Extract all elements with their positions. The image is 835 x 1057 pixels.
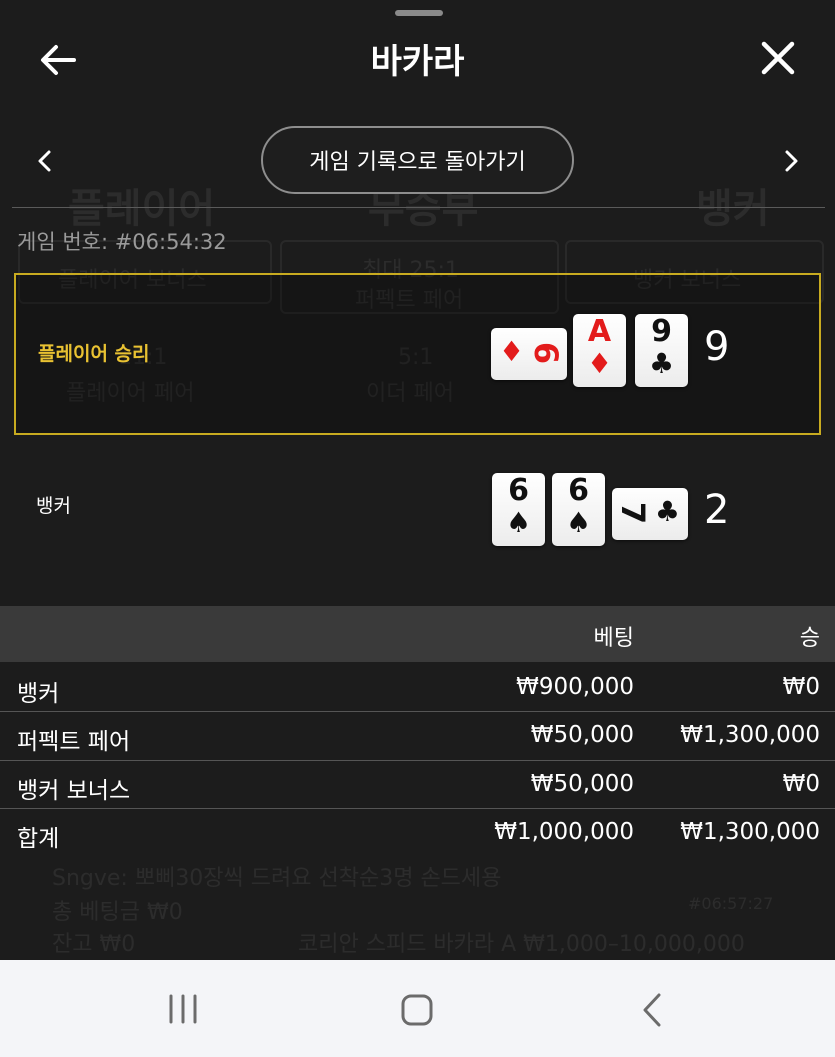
diamond-icon: ♦: [499, 335, 525, 368]
banker-card-3: 7 ♣: [612, 488, 688, 540]
player-result-row: 플레이어 승리 ♦ 6 A ♦ 9 ♣ 9: [14, 273, 821, 435]
bg-banker-title: 뱅커: [696, 186, 770, 232]
player-card-2: A ♦: [573, 314, 626, 387]
drag-handle[interactable]: [395, 10, 443, 16]
bets-table-header: [0, 606, 835, 662]
bg-chat-line: Sngve: 뽀삐30장씩 드려요 선착순3명 손드세용: [52, 866, 502, 891]
table-row: 뱅커 보너스 ₩50,000 ₩0: [0, 761, 835, 809]
bet-amount: ₩900,000: [516, 674, 634, 700]
bet-name: 뱅커 보너스: [17, 778, 131, 804]
game-number: 게임 번호: #06:54:32: [17, 230, 227, 254]
banker-card-2: 6 ♠: [552, 473, 605, 546]
page-title: 바카라: [370, 42, 465, 82]
card-rank: 9: [651, 314, 672, 349]
banker-result-label: 뱅커: [36, 495, 71, 517]
spade-icon: ♠: [505, 506, 532, 539]
bet-name: 퍼펙트 페어: [17, 729, 131, 755]
spade-icon: ♠: [565, 506, 592, 539]
bet-column-header: 베팅: [593, 626, 634, 651]
bet-name: 뱅커: [17, 681, 60, 707]
card-rank: 7: [614, 501, 653, 525]
card-rank: 6: [568, 473, 589, 508]
bg-total-bet: 총 베팅금 ₩0: [52, 900, 183, 925]
banker-score: 2: [704, 487, 730, 533]
table-row: 뱅커 ₩900,000 ₩0: [0, 664, 835, 712]
player-card-1: ♦ 6: [491, 328, 567, 380]
club-icon: ♣: [648, 347, 675, 380]
back-to-history-button[interactable]: 게임 기록으로 돌아가기: [261, 126, 574, 194]
home-icon[interactable]: [400, 993, 434, 1027]
table-row: 퍼펙트 페어 ₩50,000 ₩1,300,000: [0, 712, 835, 760]
total-row: 합계 ₩1,000,000 ₩1,300,000: [0, 809, 835, 857]
club-icon: ♣: [654, 495, 680, 528]
total-label: 합계: [17, 826, 60, 852]
system-back-icon[interactable]: [640, 992, 664, 1028]
chevron-right-icon[interactable]: [780, 146, 804, 176]
header-divider: [12, 207, 825, 208]
bet-amount: ₩50,000: [530, 722, 634, 748]
total-bet-amount: ₩1,000,000: [494, 819, 634, 845]
card-rank: 6: [526, 341, 565, 365]
total-win-amount: ₩1,300,000: [680, 819, 820, 845]
win-column-header: 승: [799, 626, 820, 651]
bet-amount: ₩50,000: [530, 771, 634, 797]
bg-balance: 잔고 ₩0: [52, 932, 136, 957]
card-rank: A: [587, 314, 612, 349]
chevron-left-icon[interactable]: [32, 146, 56, 176]
close-icon[interactable]: [760, 40, 796, 76]
diamond-icon: ♦: [586, 347, 613, 380]
player-result-label: 플레이어 승리: [38, 343, 150, 365]
win-amount: ₩0: [782, 674, 820, 700]
win-amount: ₩1,300,000: [680, 722, 820, 748]
player-score: 9: [704, 324, 730, 370]
player-card-3: 9 ♣: [635, 314, 688, 387]
win-amount: ₩0: [782, 771, 820, 797]
recent-apps-icon[interactable]: [168, 994, 198, 1024]
banker-result-row: 뱅커 6 ♠ 6 ♠ 7 ♣ 2: [14, 435, 821, 585]
bg-table-name: 코리안 스피드 바카라 A ₩1,000–10,000,000: [298, 932, 745, 957]
card-rank: 6: [508, 473, 529, 508]
banker-card-1: 6 ♠: [492, 473, 545, 546]
bg-round-id: #06:57:27: [688, 894, 774, 913]
